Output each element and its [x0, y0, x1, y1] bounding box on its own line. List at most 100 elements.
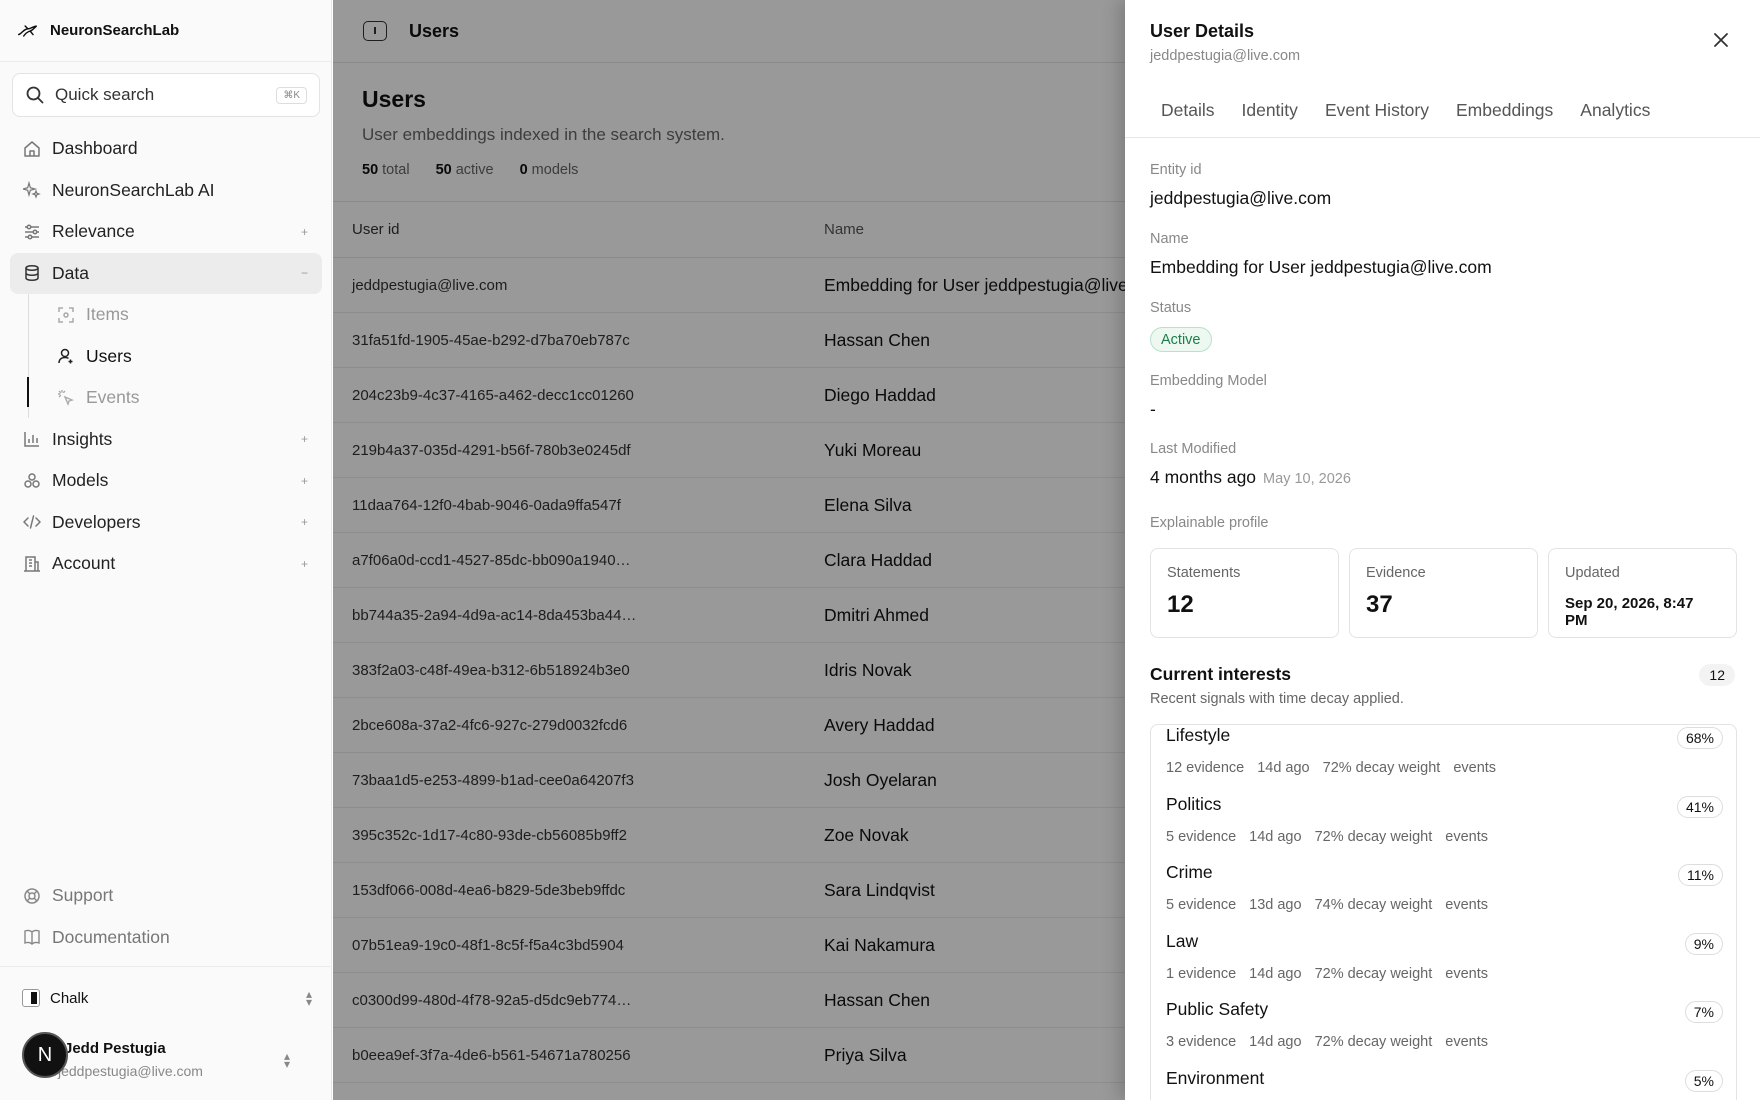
interest-meta: 5 evidence 14d ago 72% decay weight events: [1166, 829, 1488, 845]
chevron-updown-icon: ▴ ▾: [305, 987, 312, 1009]
nav-label: Dashboard: [52, 138, 138, 159]
expand-icon[interactable]: +: [301, 474, 308, 488]
workspace-switcher[interactable]: Chalk ▴ ▾: [22, 985, 312, 1011]
building-icon: [22, 554, 42, 574]
stat-card-statements: Statements 12: [1150, 548, 1339, 638]
nav-label: Items: [86, 304, 129, 325]
interest-source: events: [1453, 760, 1497, 776]
name-label: Name: [1150, 231, 1189, 247]
lifebuoy-icon: [22, 886, 42, 906]
nav-developers[interactable]: Developers +: [10, 502, 322, 544]
interest-item: Politics 41% 5 evidence 14d ago 72% decay we…: [1151, 793, 1736, 862]
tab-event-history[interactable]: Event History: [1325, 86, 1429, 137]
sliders-icon: [22, 222, 42, 242]
interest-decay: 72% decay weight: [1322, 760, 1441, 776]
brand[interactable]: NeuronSearchLab: [0, 0, 331, 62]
models-icon: [22, 471, 42, 491]
interest-weight-badge: 5%: [1684, 1069, 1723, 1092]
divider: [0, 966, 332, 967]
interest-decay: 72% decay weight: [1314, 828, 1433, 845]
entity-id-value: jeddpestugia@live.com: [1150, 188, 1332, 208]
explainable-profile-label: Explainable profile: [1150, 515, 1269, 531]
interest-name: Politics: [1166, 793, 1222, 814]
interest-name: Lifestyle: [1166, 725, 1231, 745]
current-interests-subtitle: Recent signals with time decay applied.: [1150, 691, 1404, 707]
interest-weight-badge: 9%: [1684, 932, 1723, 955]
interest-weight-badge: 11%: [1678, 864, 1723, 886]
tab-analytics[interactable]: Analytics: [1580, 86, 1650, 137]
expand-icon[interactable]: +: [301, 225, 308, 239]
card-label: Updated: [1565, 565, 1620, 581]
interest-evidence: 5 evidence: [1166, 897, 1237, 913]
chart-icon: [22, 429, 42, 449]
user-menu[interactable]: N Jedd Pestugia jeddpestugia@live.com ▴ ▾: [22, 1030, 312, 1090]
user-name: Jedd Pestugia: [64, 1040, 166, 1057]
user-details-drawer: User Details jeddpestugia@live.com Detai…: [1125, 0, 1760, 1100]
drawer-subtitle: jeddpestugia@live.com: [1150, 48, 1301, 64]
status-label: Status: [1150, 300, 1192, 316]
drawer-tabs: Details Identity Event History Embedding…: [1125, 86, 1760, 138]
expand-icon[interactable]: +: [301, 432, 308, 446]
nav-data[interactable]: Data −: [10, 252, 322, 294]
nav-label: Users: [86, 345, 132, 366]
close-icon[interactable]: [1712, 32, 1730, 50]
embedding-model-value: -: [1150, 399, 1156, 419]
nav-events[interactable]: Events: [10, 377, 322, 419]
collapse-icon[interactable]: −: [301, 266, 308, 280]
tab-embeddings[interactable]: Embeddings: [1456, 86, 1553, 137]
interest-item: Environment 5%: [1151, 1067, 1736, 1100]
nav-items[interactable]: Items: [10, 294, 322, 336]
interest-source: events: [1445, 1034, 1488, 1050]
expand-icon[interactable]: +: [301, 515, 308, 529]
nav-label: Support: [52, 885, 114, 906]
nav-insights[interactable]: Insights +: [10, 419, 322, 461]
nav-label: Data: [52, 262, 89, 283]
interest-evidence: 3 evidence: [1166, 1034, 1237, 1050]
nav-users[interactable]: Users: [10, 336, 322, 378]
user-icon: [56, 346, 76, 366]
interest-meta: 3 evidence 14d ago 72% decay weight events: [1166, 1034, 1488, 1050]
quick-search[interactable]: Quick search ⌘K: [12, 73, 320, 117]
nav-ai[interactable]: NeuronSearchLab AI: [10, 170, 322, 212]
tab-identity[interactable]: Identity: [1242, 86, 1298, 137]
nav-models[interactable]: Models +: [10, 460, 322, 502]
interests-count-badge: 12: [1699, 664, 1735, 686]
nav-support[interactable]: Support: [10, 875, 322, 917]
click-icon: [56, 388, 76, 408]
last-modified-value: 4 months ago May 10, 2026: [1150, 467, 1351, 488]
interest-age: 14d ago: [1249, 965, 1302, 982]
interest-weight-badge: 68%: [1676, 727, 1723, 749]
search-icon: [25, 85, 45, 105]
interest-evidence: 12 evidence: [1166, 760, 1245, 776]
nav-label: Models: [52, 470, 109, 491]
interest-age: 13d ago: [1249, 897, 1302, 913]
scan-icon: [56, 305, 76, 325]
interests-list[interactable]: Lifestyle 68% 12 evidence 14d ago 72% decay …: [1150, 724, 1737, 1100]
nav-account[interactable]: Account +: [10, 543, 322, 585]
interest-source: events: [1445, 828, 1488, 845]
home-icon: [22, 139, 42, 159]
avatar[interactable]: N: [22, 1032, 68, 1078]
interest-age: 14d ago: [1257, 760, 1310, 776]
nav-dashboard[interactable]: Dashboard: [10, 128, 322, 170]
interest-meta: 1 evidence 14d ago 72% decay weight events: [1166, 966, 1488, 982]
stat-card-evidence: Evidence 37: [1349, 548, 1538, 638]
card-value: Sep 20, 2026, 8:47 PM: [1565, 595, 1694, 629]
status-badge: Active: [1150, 327, 1212, 352]
interest-decay: 74% decay weight: [1314, 897, 1433, 913]
expand-icon[interactable]: +: [301, 557, 308, 571]
interest-meta: 5 evidence 13d ago 74% decay weight events: [1166, 897, 1488, 913]
book-icon: [22, 927, 42, 947]
interest-item: Crime 11% 5 evidence 13d ago 74% decay weigh…: [1151, 862, 1736, 930]
workspace-icon: [22, 989, 40, 1007]
nav-relevance[interactable]: Relevance +: [10, 211, 322, 253]
interest-weight-badge: 41%: [1676, 795, 1723, 818]
nav-label: Documentation: [52, 926, 170, 947]
nav-documentation[interactable]: Documentation: [10, 917, 322, 959]
interest-weight-badge: 7%: [1684, 1001, 1723, 1023]
card-value: 12: [1167, 591, 1194, 618]
interest-name: Environment: [1166, 1067, 1265, 1088]
data-subnav: Items Users Events: [10, 294, 322, 419]
tab-details[interactable]: Details: [1161, 86, 1215, 137]
interest-item: Lifestyle 68% 12 evidence 14d ago 72% decay …: [1151, 725, 1736, 793]
